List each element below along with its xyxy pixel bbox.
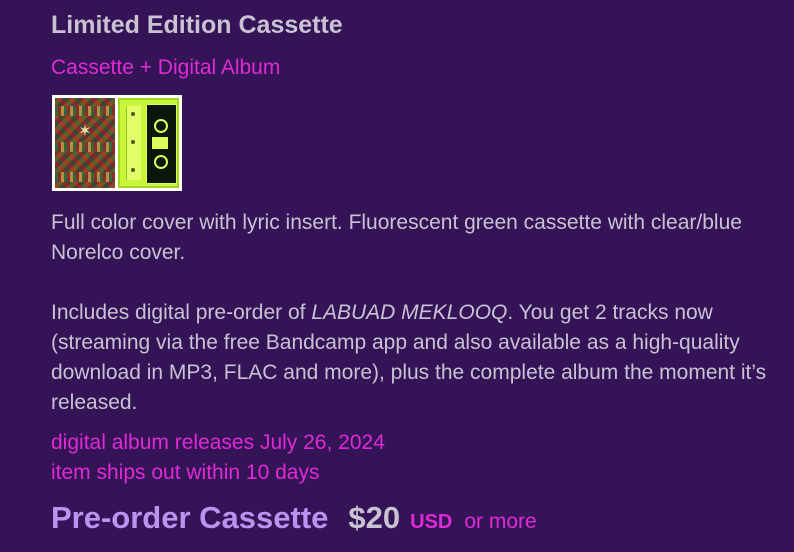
package-description: Full color cover with lyric insert. Fluo…: [51, 208, 781, 418]
release-date: digital album releases July 26, 2024: [51, 431, 385, 454]
price: $20: [348, 500, 401, 535]
format-link[interactable]: Cassette + Digital Album: [51, 56, 280, 80]
package-title: Limited Edition Cassette: [51, 11, 343, 39]
description-paragraph-2: Includes digital pre-order of LABUAD MEK…: [51, 298, 781, 418]
description-text: Includes digital pre-order of: [51, 301, 312, 324]
package-thumbnail[interactable]: ✶: [52, 95, 182, 191]
buy-row: Pre-order Cassette $20 USD or more: [51, 500, 537, 536]
release-info: digital album releases July 26, 2024 ite…: [51, 428, 385, 488]
preorder-cassette-button[interactable]: Pre-order Cassette: [51, 500, 328, 536]
album-cover-image: ✶: [55, 98, 115, 188]
album-title: LABUAD MEKLOOQ: [311, 301, 508, 324]
ships-info: item ships out within 10 days: [51, 461, 320, 484]
currency: USD: [410, 511, 453, 533]
description-paragraph-1: Full color cover with lyric insert. Fluo…: [51, 211, 742, 264]
cover-star-icon: ✶: [78, 123, 92, 140]
or-more-label: or more: [464, 510, 537, 533]
cassette-image: [118, 98, 179, 188]
